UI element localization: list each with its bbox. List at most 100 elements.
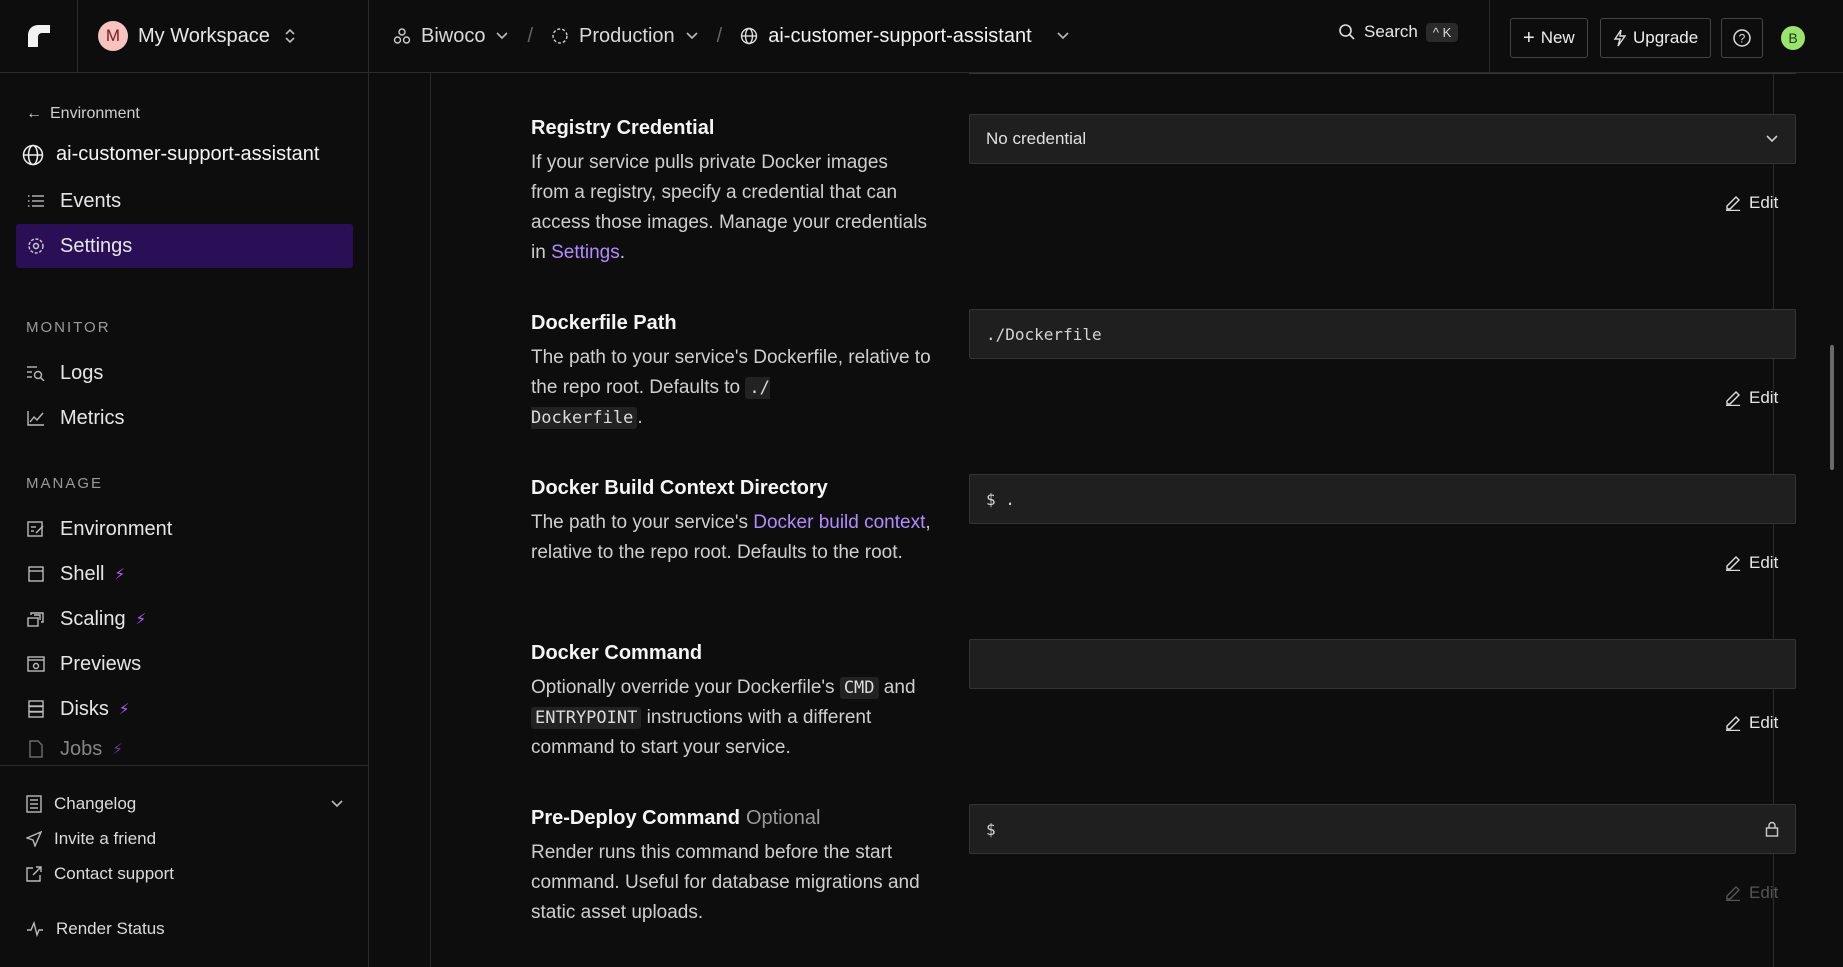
contact-label: Contact support [54,864,175,883]
monitor-section-label: MONITOR [26,319,111,336]
pre-deploy-edit-button[interactable]: Edit [1725,883,1778,903]
breadcrumb-project-label: Biwoco [421,24,486,47]
sidebar-item-label: Shell [60,562,105,585]
new-button[interactable]: + New [1510,18,1588,58]
dockerfile-path-input[interactable]: ./Dockerfile [969,309,1796,359]
sidebar-item-scaling[interactable]: Scaling ⚡ [16,597,353,641]
search-label: Search [1364,22,1418,41]
edit-label: Edit [1749,193,1779,212]
chart-icon [26,408,46,428]
sidebar-item-label: Environment [60,517,173,540]
gear-icon [26,236,46,256]
user-avatar[interactable]: B [1781,26,1805,50]
edit-label: Edit [1749,388,1779,407]
dockerfile-path-description: The path to your service's Dockerfile, r… [531,343,931,433]
workspace-switcher[interactable]: M My Workspace [78,0,369,72]
sidebar-item-events[interactable]: Events [16,179,353,223]
team-icon [393,28,411,44]
service-name: ai-customer-support-assistant [56,143,320,165]
dockerfile-path-title: Dockerfile Path [531,312,677,334]
upgrade-button[interactable]: Upgrade [1600,18,1712,58]
jobs-icon [26,739,46,759]
edit-list-icon [26,519,46,539]
docker-command-edit-button[interactable]: Edit [1725,713,1778,733]
sidebar-item-environment[interactable]: Environment [16,507,353,551]
pre-deploy-value: $ [986,819,996,839]
pencil-icon [1726,716,1740,731]
docker-command-input[interactable] [969,639,1796,689]
dockerfile-desc-suffix: . [637,407,643,428]
sidebar: ← Environment ai-customer-support-assist… [0,73,369,967]
pro-bolt-icon: ⚡ [135,611,147,628]
registry-desc-suffix: . [619,242,626,263]
invite-friend-link[interactable]: Invite a friend [26,829,156,849]
registry-edit-button[interactable]: Edit [1725,193,1778,213]
entrypoint-code: ENTRYPOINT [531,707,642,729]
list-icon [26,191,46,211]
build-context-title: Docker Build Context Directory [531,477,828,499]
sidebar-item-disks[interactable]: Disks ⚡ [16,687,353,731]
back-link-label: Environment [50,105,140,122]
search-button[interactable]: Search ^ K [1338,22,1459,42]
build-context-value: $ . [986,489,1015,509]
dockerfile-desc-text: The path to your service's Dockerfile, r… [531,347,931,398]
invite-label: Invite a friend [54,829,157,848]
pro-bolt-icon: ⚡ [112,741,123,758]
sidebar-item-jobs[interactable]: Jobs ⚡ [16,732,353,766]
breadcrumb-service[interactable]: ai-customer-support-assistant [740,25,1069,48]
changelog-toggle[interactable]: Changelog [26,794,344,814]
logs-icon [26,363,46,383]
settings-panel: Registry Credential If your service pull… [430,73,1796,967]
sidebar-item-metrics[interactable]: Metrics [16,396,353,440]
disk-icon [26,699,46,719]
sidebar-item-shell[interactable]: Shell ⚡ [16,552,353,596]
manage-section-label: MANAGE [26,475,104,492]
globe-icon [741,27,758,45]
settings-link[interactable]: Settings [551,242,620,263]
main-content: Registry Credential If your service pull… [369,73,1843,967]
scrollbar-thumb[interactable] [1830,345,1834,470]
sidebar-item-previews[interactable]: Previews [16,642,353,686]
breadcrumb-project[interactable]: Biwoco [393,25,509,48]
help-button[interactable]: ? [1721,18,1763,58]
optional-label: Optional [745,807,821,829]
breadcrumb: Biwoco / Production / ai-customer-suppor… [369,0,1070,72]
chevron-down-icon [686,32,698,40]
edit-label: Edit [1749,553,1779,572]
pro-bolt-icon: ⚡ [114,566,126,583]
build-context-input[interactable]: $ . [969,474,1796,524]
sidebar-item-label: Logs [60,361,104,384]
help-icon: ? [1733,29,1751,47]
pre-deploy-input[interactable]: $ [969,804,1796,854]
workspace-avatar: M [98,21,128,51]
chevron-down-icon [496,32,509,40]
pencil-icon [1726,196,1740,211]
upgrade-button-label: Upgrade [1633,28,1699,47]
registry-credential-select[interactable]: No credential [969,114,1796,164]
sidebar-item-settings[interactable]: Settings [16,224,353,268]
docker-build-context-link[interactable]: Docker build context [753,512,925,533]
render-logo[interactable] [0,0,78,72]
sidebar-item-label: Previews [60,652,142,675]
back-to-environment-link[interactable]: ← Environment [26,105,140,123]
dockerfile-edit-button[interactable]: Edit [1725,388,1778,408]
lightning-icon [1613,29,1627,47]
pre-deploy-title-text: Pre-Deploy Command [531,807,740,829]
sidebar-item-logs[interactable]: Logs [16,351,353,395]
build-context-edit-button[interactable]: Edit [1725,553,1778,573]
breadcrumb-environment[interactable]: Production [551,25,699,48]
docker-command-description: Optionally override your Dockerfile's CM… [531,673,931,763]
scaling-icon [26,609,46,629]
preview-icon [26,654,46,674]
sidebar-item-label: Metrics [60,406,125,429]
pre-deploy-title: Pre-Deploy Command Optional [531,807,820,830]
workspace-name: My Workspace [138,24,270,47]
command-desc-mid: and [878,677,916,698]
docker-command-title: Docker Command [531,642,703,664]
plus-icon: + [1523,26,1535,49]
top-bar: M My Workspace Biwoco / Production / ai-… [0,0,1843,73]
render-status-link[interactable]: Render Status [26,919,165,939]
contact-support-link[interactable]: Contact support [26,864,174,884]
terminal-icon [26,564,46,584]
registry-credential-description: If your service pulls private Docker ima… [531,148,931,268]
